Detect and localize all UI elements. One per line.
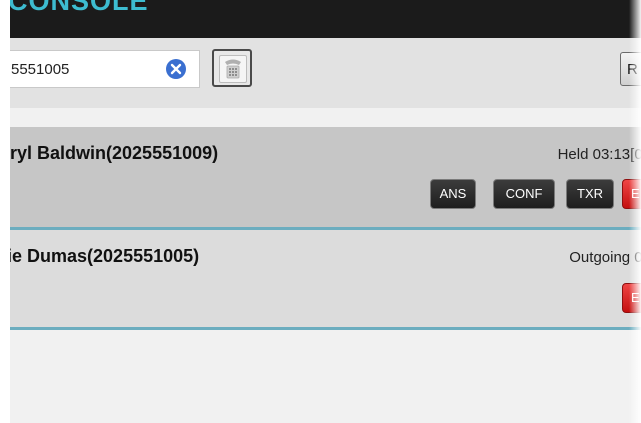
conference-button[interactable]: CONF: [493, 179, 555, 209]
end-call-button[interactable]: E: [622, 179, 641, 209]
call-status: Outgoing 00: [569, 249, 641, 266]
caller-name: rie Dumas(2025551005): [0, 246, 200, 266]
clear-search-icon[interactable]: [166, 59, 186, 79]
call-row-outgoing[interactable]: rie Dumas(2025551005) Outgoing 00 E: [0, 230, 641, 330]
caller-name: eryl Baldwin(2025551009): [0, 143, 219, 163]
empty-call-area: [0, 330, 641, 423]
title-bar: CONSOLE: [0, 0, 641, 38]
telephone-keypad-icon: [219, 55, 247, 83]
console-window: CONSOLE 5551005 R eryl Baldwin(202555100…: [0, 0, 641, 423]
ready-button-label: R: [627, 61, 638, 78]
dial-pad-button[interactable]: [212, 49, 252, 87]
search-input[interactable]: [1, 51, 151, 87]
end-call-button[interactable]: E: [622, 283, 641, 313]
console-title: CONSOLE: [8, 0, 149, 16]
answer-button[interactable]: ANS: [430, 179, 476, 209]
ready-button[interactable]: R: [620, 52, 641, 86]
search-box: [0, 50, 200, 88]
call-status: Held 03:13[00: [557, 146, 641, 163]
call-row-held[interactable]: eryl Baldwin(2025551009) Held 03:13[00 A…: [0, 127, 641, 230]
transfer-button[interactable]: TXR: [566, 179, 614, 209]
toolbar: R: [0, 38, 641, 108]
